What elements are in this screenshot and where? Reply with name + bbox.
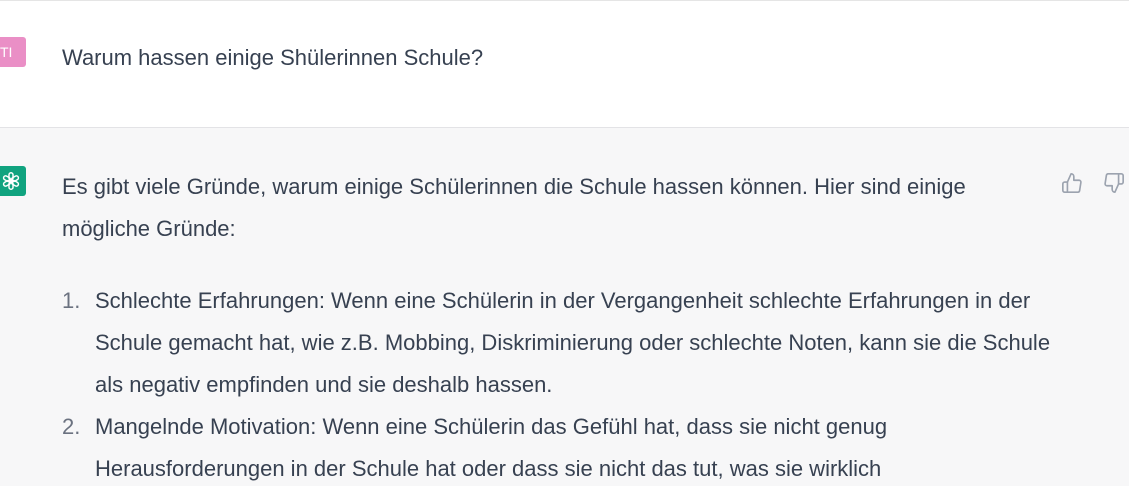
user-message-row: TI Warum hassen einige Shülerinnen Schul…: [0, 1, 1129, 128]
list-item-number: 2.: [62, 414, 81, 439]
list-item-number: 1.: [62, 288, 81, 313]
assistant-message-content: Es gibt viele Gründe, warum einige Schül…: [62, 166, 1052, 486]
user-avatar: TI: [0, 37, 26, 67]
reasons-list: 1. Schlechte Erfahrungen: Wenn eine Schü…: [62, 280, 1052, 486]
chat-page: TI Warum hassen einige Shülerinnen Schul…: [0, 0, 1129, 486]
openai-logo-icon: [0, 166, 26, 196]
thumbs-down-icon: [1104, 173, 1124, 193]
list-item: 1. Schlechte Erfahrungen: Wenn eine Schü…: [62, 280, 1052, 406]
user-message-text: Warum hassen einige Shülerinnen Schule?: [62, 45, 484, 70]
assistant-intro-text: Es gibt viele Gründe, warum einige Schül…: [62, 174, 966, 241]
thumbs-up-button[interactable]: [1059, 170, 1085, 196]
list-item: 2. Mangelnde Motivation: Wenn eine Schül…: [62, 406, 1052, 486]
assistant-message-row: Es gibt viele Gründe, warum einige Schül…: [0, 128, 1129, 486]
list-item-text: Schlechte Erfahrungen: Wenn eine Schüler…: [95, 288, 1051, 397]
thumbs-up-icon: [1062, 173, 1082, 193]
thumbs-down-button[interactable]: [1101, 170, 1127, 196]
list-item-text: Mangelnde Motivation: Wenn eine Schüleri…: [95, 414, 888, 481]
